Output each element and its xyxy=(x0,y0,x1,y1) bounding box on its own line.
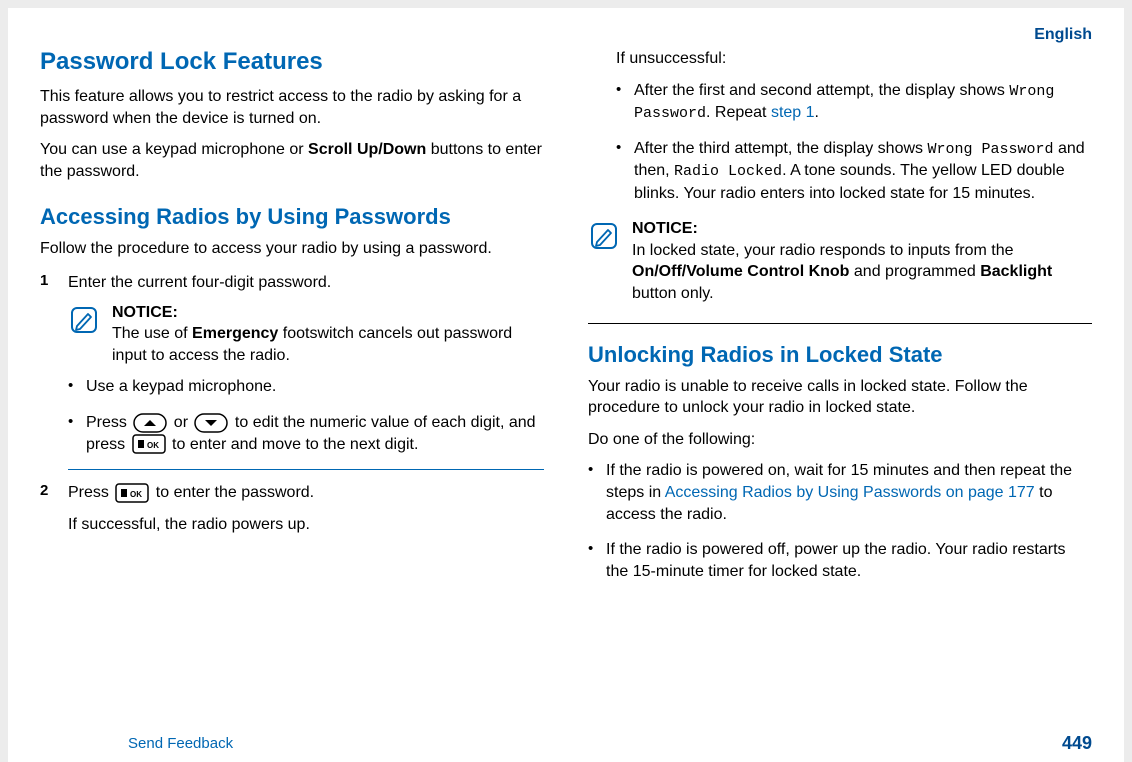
notice-icon xyxy=(68,304,100,336)
text: Press xyxy=(86,414,131,431)
bullet-powered-off: If the radio is powered off, power up th… xyxy=(588,539,1092,582)
notice-block: NOTICE: The use of Emergency footswitch … xyxy=(68,302,544,367)
two-column-layout: Password Lock Features This feature allo… xyxy=(40,30,1092,716)
step-number: 1 xyxy=(40,272,48,289)
bold-text: On/Off/Volume Control Knob xyxy=(632,263,849,280)
bullet-press-buttons: Press or to edit the numeric value of ea xyxy=(68,412,544,455)
document-page: English Password Lock Features This feat… xyxy=(8,8,1124,762)
text: button only. xyxy=(632,285,714,302)
step-number: 2 xyxy=(40,482,48,499)
bullet-powered-on: If the radio is powered on, wait for 15 … xyxy=(588,460,1092,525)
send-feedback-link[interactable]: Send Feedback xyxy=(128,735,233,752)
continuation-block: If unsuccessful: After the first and sec… xyxy=(588,48,1092,305)
section-divider xyxy=(588,323,1092,324)
display-text: Wrong Password xyxy=(927,141,1053,158)
unlock-bullets: If the radio is powered on, wait for 15 … xyxy=(588,460,1092,582)
column-right: If unsuccessful: After the first and sec… xyxy=(588,30,1092,716)
notice-icon xyxy=(588,220,620,252)
step-2: 2 Press OK to enter the password. If suc… xyxy=(40,482,544,535)
text: to enter and move to the next digit. xyxy=(172,436,418,453)
language-label: English xyxy=(1034,26,1092,44)
heading-accessing-radios: Accessing Radios by Using Passwords xyxy=(40,204,544,230)
unsuccessful-label: If unsuccessful: xyxy=(616,48,1092,70)
crossref-link[interactable]: step 1 xyxy=(771,104,815,121)
text: and programmed xyxy=(849,263,980,280)
do-one-label: Do one of the following: xyxy=(588,429,1092,451)
bullet-attempt-1-2: After the first and second attempt, the … xyxy=(616,80,1092,125)
ok-button-icon: OK xyxy=(132,434,166,454)
text: You can use a keypad microphone or xyxy=(40,141,308,158)
svg-text:OK: OK xyxy=(130,490,142,499)
unsuccessful-bullets: After the first and second attempt, the … xyxy=(616,80,1092,205)
bold-text: Emergency xyxy=(192,325,278,342)
heading-unlocking-radios: Unlocking Radios in Locked State xyxy=(588,342,1092,368)
crossref-link[interactable]: Accessing Radios by Using Passwords on p… xyxy=(665,484,1035,501)
display-text: Radio Locked xyxy=(674,163,782,180)
page-footer: Send Feedback 449 xyxy=(128,733,1092,754)
sub-bullets: Use a keypad microphone. Press or xyxy=(68,376,544,455)
bold-text: Scroll Up/Down xyxy=(308,141,426,158)
notice-body: NOTICE: In locked state, your radio resp… xyxy=(632,218,1092,304)
text: After the first and second attempt, the … xyxy=(634,82,1009,99)
step-1: 1 Enter the current four-digit password.… xyxy=(40,272,544,470)
step-text: Press OK to enter the password. xyxy=(68,482,544,504)
text: to enter the password. xyxy=(156,484,314,501)
notice-title: NOTICE: xyxy=(632,218,1092,240)
procedure-steps: 1 Enter the current four-digit password.… xyxy=(40,272,544,535)
column-left: Password Lock Features This feature allo… xyxy=(40,30,544,716)
procedure-intro: Follow the procedure to access your radi… xyxy=(40,238,544,260)
notice-title: NOTICE: xyxy=(112,302,544,324)
text: . Repeat xyxy=(706,104,771,121)
down-button-icon xyxy=(194,413,228,433)
text: In locked state, your radio responds to … xyxy=(632,242,1014,259)
step-result: If successful, the radio powers up. xyxy=(68,514,544,536)
bold-text: Backlight xyxy=(980,263,1052,280)
intro-paragraph-1: This feature allows you to restrict acce… xyxy=(40,86,544,129)
bullet-keypad-mic: Use a keypad microphone. xyxy=(68,376,544,398)
ok-button-icon: OK xyxy=(115,483,149,503)
up-button-icon xyxy=(133,413,167,433)
intro-paragraph-2: You can use a keypad microphone or Scrol… xyxy=(40,139,544,182)
page-number: 449 xyxy=(1062,733,1092,754)
heading-password-lock-features: Password Lock Features xyxy=(40,48,544,76)
text: Press xyxy=(68,484,113,501)
step-text: Enter the current four-digit password. xyxy=(68,272,544,294)
unlock-intro: Your radio is unable to receive calls in… xyxy=(588,376,1092,419)
text: . xyxy=(815,104,819,121)
notice-body: NOTICE: The use of Emergency footswitch … xyxy=(112,302,544,367)
svg-text:OK: OK xyxy=(147,441,159,450)
step-divider xyxy=(68,469,544,470)
notice-block: NOTICE: In locked state, your radio resp… xyxy=(588,218,1092,304)
bullet-attempt-3: After the third attempt, the display sho… xyxy=(616,138,1092,204)
text: or xyxy=(174,414,193,431)
text: The use of xyxy=(112,325,192,342)
text: After the third attempt, the display sho… xyxy=(634,140,927,157)
